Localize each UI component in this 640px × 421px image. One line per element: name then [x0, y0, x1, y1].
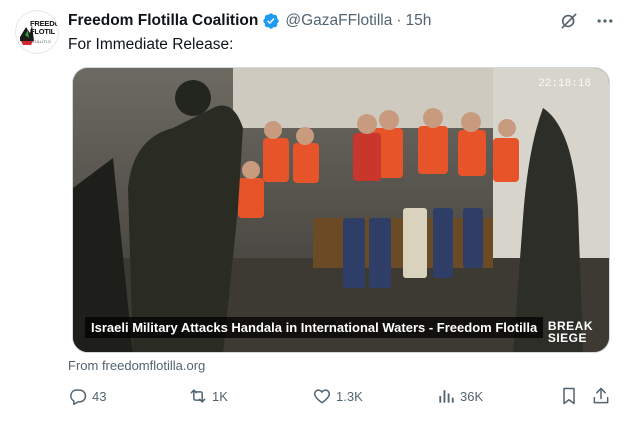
video-frame-image	[73, 68, 609, 352]
video-caption: Israeli Military Attacks Handala in Inte…	[85, 317, 544, 338]
reply-icon	[68, 386, 88, 406]
verified-badge-icon[interactable]	[262, 12, 280, 30]
break-siege-logo: BREAK SIEGE	[547, 319, 593, 345]
top-actions	[558, 10, 616, 32]
avatar-logo-subtext: COALITIO	[30, 39, 52, 44]
separator-dot: ·	[396, 12, 402, 29]
link-source[interactable]: From freedomflotilla.org	[68, 358, 205, 373]
reply-button[interactable]: 43	[68, 386, 106, 406]
tweet[interactable]: FREEDO FLOTIL COALITIO Freedom Flotilla …	[0, 0, 640, 421]
tweet-header: Freedom Flotilla Coalition @GazaFFlotill…	[68, 11, 431, 31]
handle[interactable]: @GazaFFlotilla	[285, 12, 392, 30]
grok-icon[interactable]	[558, 10, 580, 32]
repost-count: 1K	[212, 388, 228, 404]
timestamp[interactable]: 15h	[406, 12, 432, 30]
tweet-text: For Immediate Release:	[68, 36, 234, 53]
like-button[interactable]: 1.3K	[312, 386, 363, 406]
display-name[interactable]: Freedom Flotilla Coalition	[68, 12, 258, 30]
views-icon	[436, 386, 456, 406]
reply-count: 43	[92, 388, 107, 404]
views-button[interactable]: 36K	[436, 386, 483, 406]
share-icon	[591, 386, 611, 406]
action-bar: 43 1K 1.3K 36K	[60, 386, 620, 410]
video-timestamp-overlay: 22:18:18	[538, 78, 591, 90]
bookmark-icon	[559, 386, 579, 406]
repost-button[interactable]: 1K	[188, 386, 228, 406]
like-icon	[312, 386, 332, 406]
video-player[interactable]: 22:18:18 Israeli Military Attacks Handal…	[72, 67, 610, 353]
share-button[interactable]	[591, 386, 611, 406]
like-count: 1.3K	[336, 388, 363, 404]
more-icon[interactable]	[594, 10, 616, 32]
views-count: 36K	[460, 388, 484, 404]
avatar[interactable]: FREEDO FLOTIL COALITIO	[15, 10, 59, 54]
bookmark-button[interactable]	[559, 386, 579, 406]
avatar-logo-text: FREEDO FLOTIL	[30, 19, 59, 36]
repost-icon	[188, 386, 208, 406]
